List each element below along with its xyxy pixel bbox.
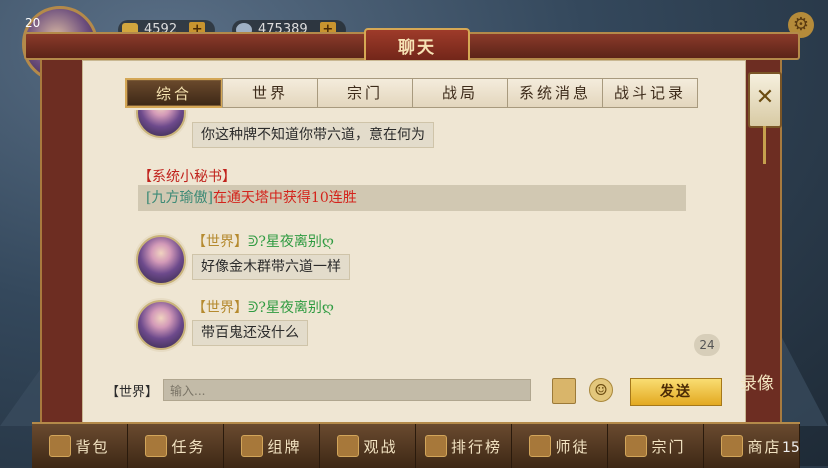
shop-icon bbox=[721, 435, 744, 457]
avatar[interactable] bbox=[136, 110, 186, 138]
chat-input[interactable]: 输入... bbox=[163, 379, 531, 401]
nav-label: 师徒 bbox=[555, 437, 590, 456]
tab-system[interactable]: 系统消息 bbox=[507, 78, 603, 108]
input-channel-label[interactable]: 【世界】 bbox=[106, 381, 158, 400]
nav-label: 排行榜 bbox=[450, 437, 502, 456]
system-message: [九方瑜傲]在通天塔中获得10连胜 bbox=[138, 185, 686, 211]
system-header: 【系统小秘书】 bbox=[138, 169, 236, 185]
lantern-string bbox=[763, 126, 766, 164]
player-level: 20 bbox=[25, 16, 41, 30]
deck-icon bbox=[241, 435, 264, 457]
nav-label: 组牌 bbox=[267, 437, 302, 456]
nav-spectate[interactable]: 观战 bbox=[320, 424, 416, 468]
bottom-count: 15 bbox=[782, 440, 800, 456]
avatar[interactable] bbox=[136, 300, 186, 350]
book-icon[interactable] bbox=[552, 378, 576, 404]
bag-icon bbox=[49, 435, 72, 457]
message-text: 你这种牌不知道你带六道，意在何为 bbox=[192, 122, 434, 148]
tab-all[interactable]: 综合 bbox=[125, 78, 223, 108]
chat-tabs: 综合 世界 宗门 战局 系统消息 战斗记录 bbox=[125, 78, 698, 108]
nav-ranking[interactable]: 排行榜 bbox=[416, 424, 512, 468]
nav-bag[interactable]: 背包 bbox=[32, 424, 128, 468]
sect-icon bbox=[625, 435, 648, 457]
nav-label: 宗门 bbox=[651, 437, 686, 456]
tab-sect[interactable]: 宗门 bbox=[317, 78, 413, 108]
emoji-icon[interactable]: ☺ bbox=[589, 378, 613, 402]
close-icon: ✕ bbox=[755, 85, 775, 110]
unread-count-badge[interactable]: 24 bbox=[694, 334, 720, 356]
player-name[interactable]: ᕲ?星夜离别ღ bbox=[248, 300, 334, 316]
system-text: 在通天塔中获得10连胜 bbox=[212, 190, 357, 206]
spectate-icon bbox=[337, 435, 360, 457]
channel-tag: 【世界】 bbox=[192, 300, 248, 316]
nav-label: 背包 bbox=[75, 437, 110, 456]
message-header: 【世界】ᕲ?星夜离别ღ bbox=[192, 231, 334, 251]
avatar[interactable] bbox=[136, 235, 186, 285]
bottom-nav: 背包 任务 组牌 观战 排行榜 师徒 宗门 商店 bbox=[32, 422, 800, 468]
send-button[interactable]: 发送 bbox=[630, 378, 722, 406]
tab-battle-log[interactable]: 战斗记录 bbox=[602, 78, 698, 108]
message-header: 【世界】ᕲ?星夜离别ღ bbox=[192, 297, 334, 317]
tab-world[interactable]: 世界 bbox=[222, 78, 318, 108]
system-player[interactable]: [九方瑜傲] bbox=[146, 190, 213, 206]
nav-mentor[interactable]: 师徒 bbox=[512, 424, 608, 468]
mentor-icon bbox=[529, 435, 552, 457]
nav-deck[interactable]: 组牌 bbox=[224, 424, 320, 468]
nav-label: 商店 bbox=[747, 437, 782, 456]
player-name[interactable]: ᕲ?星夜离别ღ bbox=[248, 234, 334, 250]
nav-tasks[interactable]: 任务 bbox=[128, 424, 224, 468]
message-text: 好像金木群带六道一样 bbox=[192, 254, 350, 280]
tasks-icon bbox=[145, 435, 168, 457]
channel-tag: 【世界】 bbox=[192, 234, 248, 250]
nav-sect[interactable]: 宗门 bbox=[608, 424, 704, 468]
tab-battle[interactable]: 战局 bbox=[412, 78, 508, 108]
replay-label[interactable]: 录像 bbox=[740, 369, 774, 394]
ranking-icon bbox=[424, 435, 447, 457]
message-text: 带百鬼还没什么 bbox=[192, 320, 308, 346]
chat-messages[interactable]: 你这种牌不知道你带六道，意在何为 【系统小秘书】 [九方瑜傲]在通天塔中获得10… bbox=[126, 110, 718, 360]
nav-label: 任务 bbox=[171, 437, 206, 456]
nav-label: 观战 bbox=[363, 437, 398, 456]
close-button[interactable]: ✕ bbox=[748, 72, 782, 164]
